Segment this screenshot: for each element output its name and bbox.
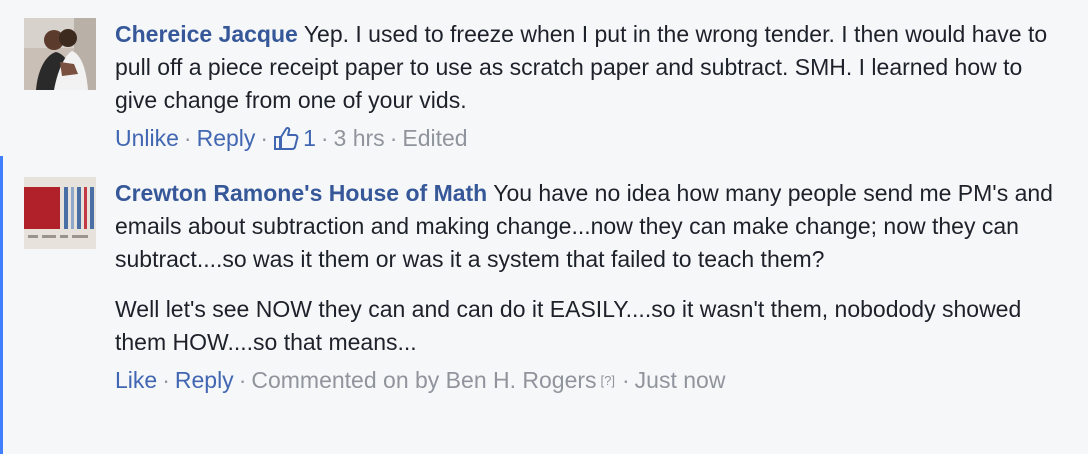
help-icon[interactable]: [?] — [601, 373, 615, 389]
reply-thread-indicator — [0, 156, 3, 454]
reply-link[interactable]: Reply — [197, 125, 256, 151]
comment-body: Crewton Ramone's House of Math You have … — [115, 177, 1068, 397]
reply-link[interactable]: Reply — [175, 367, 234, 393]
comment: Chereice Jacque Yep. I used to freeze wh… — [24, 18, 1068, 155]
like-count-link[interactable]: 1 — [273, 125, 316, 151]
separator: · — [260, 125, 269, 151]
comment-time[interactable]: Just now — [635, 367, 726, 393]
separator: · — [389, 125, 398, 151]
comment-body: Chereice Jacque Yep. I used to freeze wh… — [115, 18, 1068, 155]
separator: · — [622, 367, 630, 393]
separator: · — [183, 125, 192, 151]
like-count: 1 — [303, 125, 316, 151]
separator: · — [238, 367, 247, 393]
commented-on-by: Commented on by Ben H. Rogers — [251, 367, 597, 393]
profile-photo-icon — [24, 18, 96, 90]
avatar[interactable] — [24, 177, 96, 249]
unlike-link[interactable]: Unlike — [115, 125, 179, 151]
comment-author[interactable]: Chereice Jacque — [115, 21, 298, 47]
like-link[interactable]: Like — [115, 367, 157, 393]
comment-text-paragraph: Well let's see NOW they can and can do i… — [115, 296, 1022, 355]
comment-time[interactable]: 3 hrs — [334, 125, 385, 151]
avatar[interactable] — [24, 18, 96, 90]
thumbs-up-icon — [274, 126, 299, 150]
separator: · — [320, 125, 329, 151]
comment-actions: Unlike · Reply · 1 · 3 hrs · Edited — [115, 122, 1068, 155]
comment-author[interactable]: Crewton Ramone's House of Math — [115, 180, 487, 206]
separator: · — [162, 367, 170, 393]
comment: Crewton Ramone's House of Math You have … — [24, 177, 1068, 397]
page-logo-icon — [24, 177, 96, 249]
comment-actions: Like · Reply · Commented on by Ben H. Rogers… — [115, 364, 1068, 397]
edited-label[interactable]: Edited — [402, 125, 467, 151]
